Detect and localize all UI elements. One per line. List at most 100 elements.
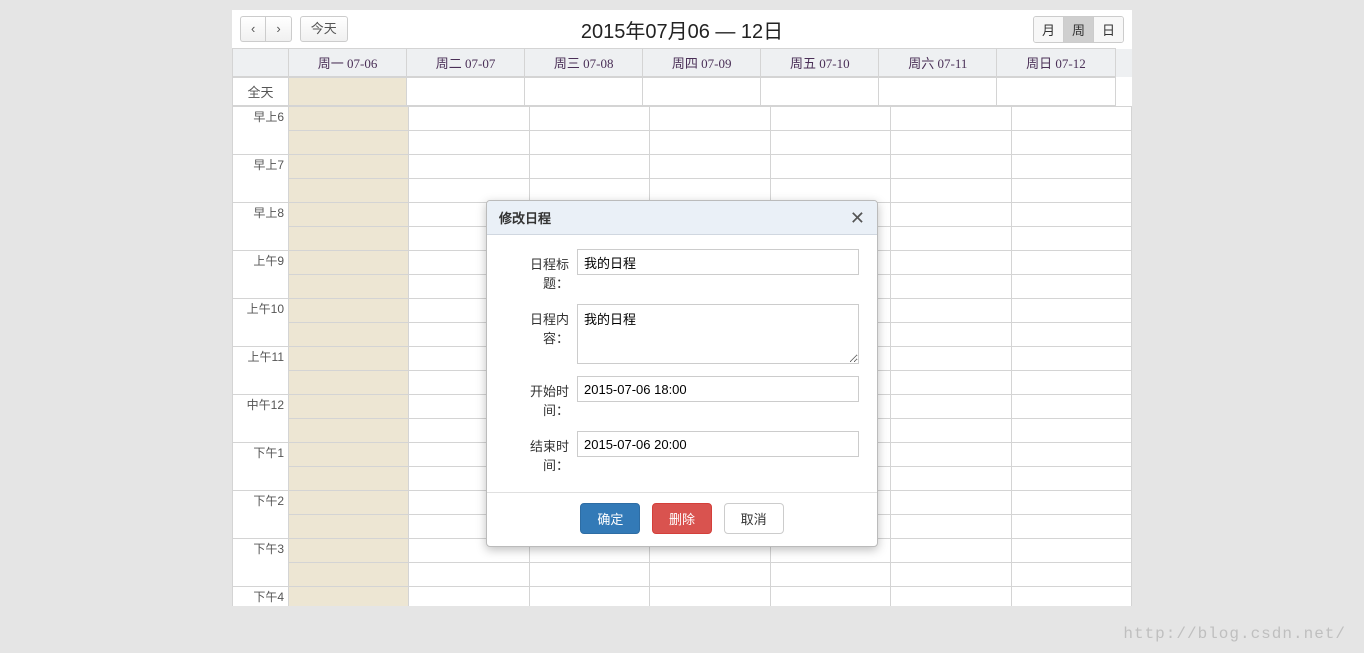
time-slot[interactable]	[529, 107, 649, 131]
time-slot[interactable]	[1011, 107, 1131, 131]
time-slot[interactable]	[891, 155, 1011, 179]
time-slot[interactable]	[289, 371, 409, 395]
event-start-input[interactable]	[577, 376, 859, 402]
time-slot[interactable]	[289, 395, 409, 419]
time-slot[interactable]	[650, 563, 770, 587]
time-slot[interactable]	[891, 347, 1011, 371]
delete-button[interactable]: 删除	[652, 503, 712, 534]
time-slot[interactable]	[1011, 299, 1131, 323]
time-slot[interactable]	[1011, 539, 1131, 563]
time-slot[interactable]	[289, 251, 409, 275]
event-end-input[interactable]	[577, 431, 859, 457]
cancel-button[interactable]: 取消	[724, 503, 784, 534]
time-slot[interactable]	[891, 131, 1011, 155]
time-slot[interactable]	[289, 203, 409, 227]
time-slot[interactable]	[409, 155, 529, 179]
time-slot[interactable]	[770, 587, 890, 607]
time-slot[interactable]	[409, 563, 529, 587]
next-button[interactable]: ›	[265, 16, 291, 42]
time-slot[interactable]	[891, 323, 1011, 347]
time-slot[interactable]	[650, 587, 770, 607]
day-header-wed[interactable]: 周三 07-08	[525, 49, 643, 77]
time-slot[interactable]	[891, 107, 1011, 131]
time-slot[interactable]	[289, 539, 409, 563]
time-slot[interactable]	[891, 491, 1011, 515]
allday-cell[interactable]	[407, 78, 525, 106]
time-slot[interactable]	[1011, 467, 1131, 491]
time-slot[interactable]	[289, 563, 409, 587]
close-icon[interactable]: ✕	[850, 209, 865, 227]
time-slot[interactable]	[650, 131, 770, 155]
time-slot[interactable]	[770, 155, 890, 179]
time-slot[interactable]	[289, 179, 409, 203]
time-slot[interactable]	[891, 299, 1011, 323]
time-slot[interactable]	[289, 491, 409, 515]
view-week[interactable]: 周	[1064, 17, 1094, 42]
time-slot[interactable]	[891, 587, 1011, 607]
ok-button[interactable]: 确定	[580, 503, 640, 534]
time-slot[interactable]	[1011, 203, 1131, 227]
time-slot[interactable]	[1011, 275, 1131, 299]
time-slot[interactable]	[1011, 155, 1131, 179]
time-slot[interactable]	[891, 539, 1011, 563]
allday-cell[interactable]	[997, 78, 1115, 106]
today-button[interactable]: 今天	[300, 16, 348, 42]
time-slot[interactable]	[1011, 443, 1131, 467]
time-slot[interactable]	[1011, 179, 1131, 203]
time-slot[interactable]	[289, 275, 409, 299]
time-slot[interactable]	[1011, 395, 1131, 419]
day-header-sat[interactable]: 周六 07-11	[879, 49, 997, 77]
allday-cell[interactable]	[643, 78, 761, 106]
time-slot[interactable]	[891, 419, 1011, 443]
time-slot[interactable]	[409, 179, 529, 203]
time-slot[interactable]	[650, 179, 770, 203]
view-month[interactable]: 月	[1034, 17, 1064, 42]
time-slot[interactable]	[289, 131, 409, 155]
day-header-sun[interactable]: 周日 07-12	[997, 49, 1115, 77]
time-slot[interactable]	[1011, 251, 1131, 275]
time-slot[interactable]	[650, 155, 770, 179]
time-slot[interactable]	[770, 179, 890, 203]
time-slot[interactable]	[409, 131, 529, 155]
time-slot[interactable]	[289, 347, 409, 371]
time-slot[interactable]	[1011, 587, 1131, 607]
allday-cell[interactable]	[525, 78, 643, 106]
day-header-thu[interactable]: 周四 07-09	[643, 49, 761, 77]
time-slot[interactable]	[1011, 419, 1131, 443]
day-header-tue[interactable]: 周二 07-07	[407, 49, 525, 77]
time-slot[interactable]	[289, 515, 409, 539]
time-slot[interactable]	[1011, 347, 1131, 371]
prev-button[interactable]: ‹	[240, 16, 265, 42]
time-slot[interactable]	[1011, 515, 1131, 539]
time-slot[interactable]	[891, 251, 1011, 275]
time-slot[interactable]	[891, 443, 1011, 467]
time-slot[interactable]	[289, 155, 409, 179]
time-slot[interactable]	[891, 515, 1011, 539]
time-slot[interactable]	[289, 323, 409, 347]
time-slot[interactable]	[1011, 563, 1131, 587]
time-slot[interactable]	[891, 467, 1011, 491]
allday-cell[interactable]	[879, 78, 997, 106]
time-slot[interactable]	[1011, 371, 1131, 395]
allday-cell[interactable]	[761, 78, 879, 106]
time-slot[interactable]	[409, 107, 529, 131]
time-slot[interactable]	[1011, 131, 1131, 155]
time-slot[interactable]	[650, 107, 770, 131]
time-slot[interactable]	[770, 131, 890, 155]
time-slot[interactable]	[529, 563, 649, 587]
time-slot[interactable]	[289, 467, 409, 491]
time-slot[interactable]	[289, 419, 409, 443]
day-header-mon[interactable]: 周一 07-06	[289, 49, 407, 77]
event-title-input[interactable]	[577, 249, 859, 275]
time-slot[interactable]	[289, 299, 409, 323]
time-slot[interactable]	[1011, 323, 1131, 347]
allday-cell[interactable]	[289, 78, 407, 106]
time-slot[interactable]	[1011, 491, 1131, 515]
time-slot[interactable]	[891, 275, 1011, 299]
time-slot[interactable]	[891, 227, 1011, 251]
time-slot[interactable]	[891, 563, 1011, 587]
time-slot[interactable]	[289, 587, 409, 607]
time-slot[interactable]	[891, 179, 1011, 203]
time-slot[interactable]	[770, 107, 890, 131]
time-slot[interactable]	[891, 203, 1011, 227]
